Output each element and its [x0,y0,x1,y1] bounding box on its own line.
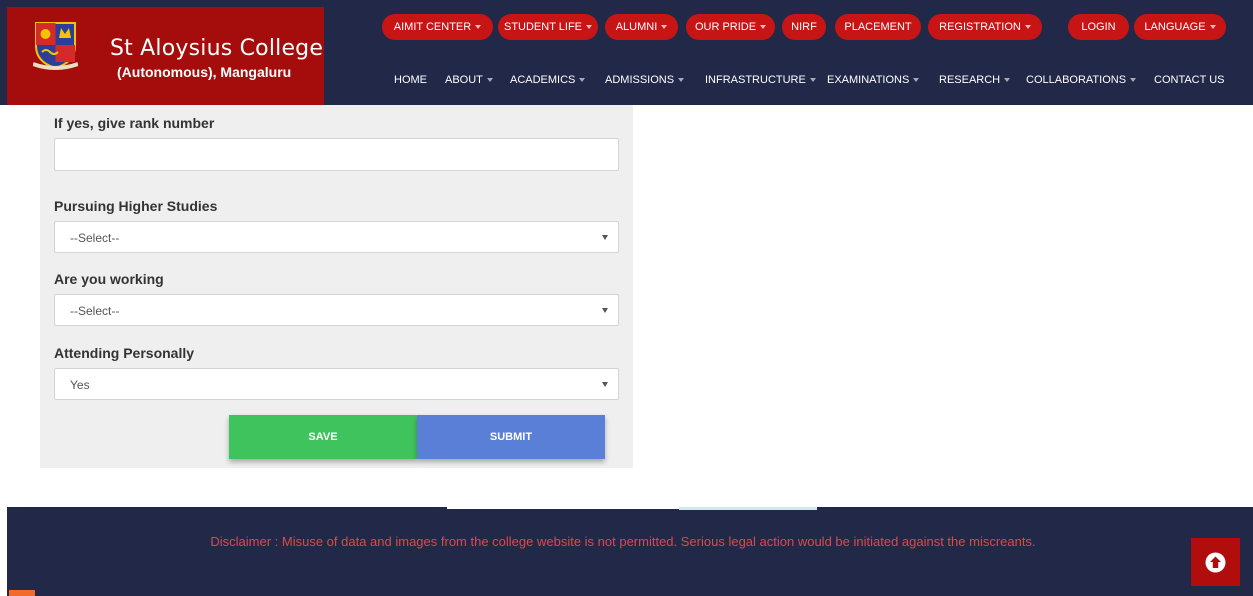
main-nav-about[interactable]: ABOUT [445,72,493,88]
chevron-down-icon [1209,25,1216,30]
main-nav-infrastructure[interactable]: INFRASTRUCTURE [705,72,816,88]
top-nav-student-life[interactable]: STUDENT LIFE [498,14,598,40]
top-nav-nirf[interactable]: NIRF [782,14,826,40]
dropdown-arrow-icon [602,235,608,240]
main-nav-label: COLLABORATIONS [1026,74,1127,86]
dropdown-arrow-icon [602,382,608,387]
page-root: St Aloysius College (Autonomous), Mangal… [0,0,1253,596]
main-nav-admissions[interactable]: ADMISSIONS [605,72,685,88]
main-nav-label: CONTACT US [1154,74,1225,86]
main-nav: HOME ABOUT ACADEMICS ADMISSIONS INFRASTR… [394,72,1234,88]
attending-label: Attending Personally [54,345,195,361]
disclaimer-text: Disclaimer : Misuse of data and images f… [210,534,1036,549]
chevron-down-icon [1004,78,1011,83]
main-nav-collaborations[interactable]: COLLABORATIONS [1026,72,1137,88]
higher-studies-value: --Select-- [70,231,120,245]
chevron-down-icon [475,25,482,30]
scroll-to-top-button[interactable] [1191,538,1240,586]
chevron-down-icon [486,78,493,83]
main-nav-label: ABOUT [445,74,483,86]
top-nav-aimit-center[interactable]: AIMIT CENTER [382,14,493,40]
main-nav-label: EXAMINATIONS [827,74,910,86]
top-nav: AIMIT CENTER STUDENT LIFE ALUMNI OUR PRI… [382,14,1232,40]
attending-select[interactable]: Yes [54,368,619,400]
main-nav-home[interactable]: HOME [394,72,427,88]
site-header: St Aloysius College (Autonomous), Mangal… [0,0,1253,105]
chevron-down-icon [809,78,816,83]
main-nav-label: INFRASTRUCTURE [705,74,806,86]
footer-divider-accent [679,507,817,510]
chevron-down-icon [586,25,593,30]
corner-widget[interactable] [9,590,35,596]
attending-value: Yes [70,378,90,392]
college-crest-icon [33,22,78,70]
chevron-down-icon [579,78,586,83]
top-nav-label: LANGUAGE [1144,21,1206,33]
chevron-down-icon [678,78,685,83]
top-nav-our-pride[interactable]: OUR PRIDE [686,14,775,40]
working-select[interactable]: --Select-- [54,294,619,326]
site-footer: Disclaimer : Misuse of data and images f… [7,507,1253,596]
chevron-down-icon [1024,25,1031,30]
chevron-down-icon [661,25,668,30]
top-nav-placement[interactable]: PLACEMENT [835,14,921,40]
top-nav-label: AIMIT CENTER [393,21,472,33]
main-nav-contact-us[interactable]: CONTACT US [1154,72,1225,88]
brand-subtitle: (Autonomous), Mangaluru [117,64,292,80]
chevron-down-icon [913,78,920,83]
main-nav-label: ACADEMICS [510,74,576,86]
main-nav-label: ADMISSIONS [605,74,675,86]
higher-studies-select[interactable]: --Select-- [54,221,619,253]
main-nav-label: RESEARCH [939,74,1001,86]
brand-logo-block[interactable]: St Aloysius College (Autonomous), Mangal… [7,7,324,105]
rank-number-label: If yes, give rank number [54,115,215,131]
top-nav-alumni[interactable]: ALUMNI [605,14,678,40]
top-nav-label: NIRF [791,21,817,33]
higher-studies-label: Pursuing Higher Studies [54,198,218,214]
main-nav-examinations[interactable]: EXAMINATIONS [827,72,920,88]
main-nav-label: HOME [394,74,427,86]
top-nav-registration[interactable]: REGISTRATION [928,14,1042,40]
top-nav-label: OUR PRIDE [694,21,757,33]
dropdown-arrow-icon [602,308,608,313]
arrow-up-circle-icon [1205,552,1226,573]
brand-title: St Aloysius College [110,36,324,61]
top-nav-label: REGISTRATION [939,21,1021,33]
save-button[interactable]: SAVE [229,415,417,459]
main-nav-research[interactable]: RESEARCH [939,72,1011,88]
alumni-form-panel: If yes, give rank number Pursuing Higher… [40,105,633,468]
chevron-down-icon [1130,78,1137,83]
top-nav-login[interactable]: LOGIN [1068,14,1129,40]
rank-number-input[interactable] [54,138,619,171]
submit-button[interactable]: SUBMIT [417,415,605,459]
top-nav-language[interactable]: LANGUAGE [1134,14,1226,40]
top-nav-label: LOGIN [1081,21,1116,33]
top-nav-label: STUDENT LIFE [503,21,583,33]
top-nav-label: ALUMNI [615,21,658,33]
chevron-down-icon [760,25,767,30]
main-nav-academics[interactable]: ACADEMICS [510,72,586,88]
working-label: Are you working [54,271,164,287]
top-nav-label: PLACEMENT [844,21,912,33]
working-value: --Select-- [70,304,120,318]
